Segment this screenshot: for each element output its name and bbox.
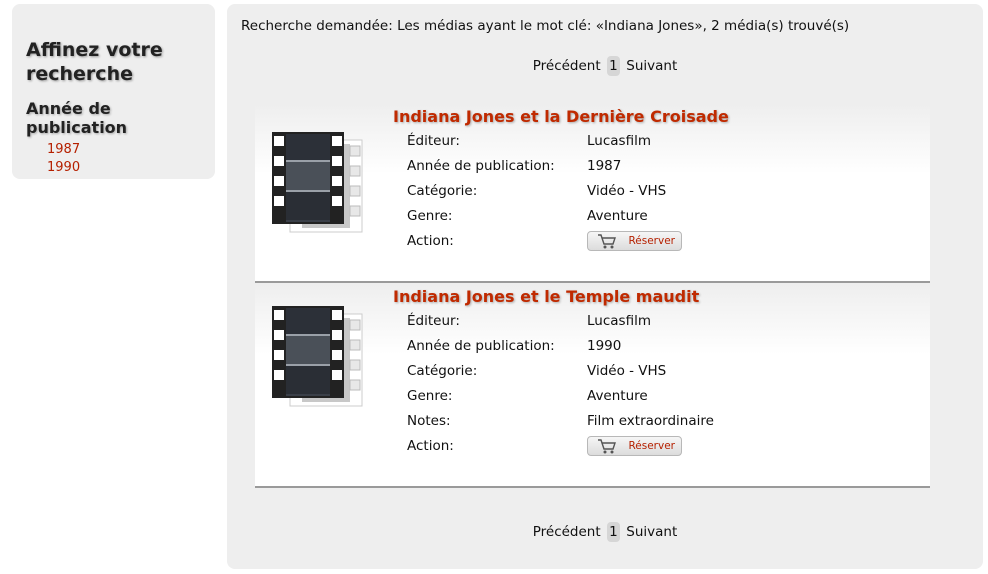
field-value: Film extraordinaire	[587, 413, 714, 429]
field-label: Éditeur:	[407, 133, 460, 149]
pagination-top: Précédent 1 Suivant	[227, 56, 983, 76]
result-fields: Éditeur: Lucasfilm Année de publication:…	[407, 133, 682, 258]
field-label: Catégorie:	[407, 183, 478, 199]
result-fields: Éditeur: Lucasfilm Année de publication:…	[407, 313, 714, 463]
field-row: Année de publication: 1987	[407, 158, 682, 183]
reserve-button-label: Réserver	[628, 440, 675, 452]
facet-year-list: 1987 1990	[26, 141, 201, 177]
field-row: Éditeur: Lucasfilm	[407, 133, 682, 158]
field-value: Lucasfilm	[587, 313, 651, 329]
field-value: Aventure	[587, 388, 648, 404]
field-row: Année de publication: 1990	[407, 338, 714, 363]
facet-year-link[interactable]: 1987	[47, 142, 80, 157]
field-label: Action:	[407, 233, 454, 249]
refine-sidebar: Affinez votre recherche Année de publica…	[12, 4, 215, 179]
cart-icon	[598, 234, 616, 249]
facet-year-link[interactable]: 1990	[47, 160, 80, 175]
result-item: Indiana Jones et la Dernière Croisade Éd…	[255, 104, 930, 283]
field-label: Année de publication:	[407, 338, 555, 354]
list-item: 1990	[47, 159, 201, 177]
pagination-bottom: Précédent 1 Suivant	[227, 522, 983, 542]
next-page-link[interactable]: Suivant	[626, 524, 677, 540]
field-value: Lucasfilm	[587, 133, 651, 149]
cart-icon	[598, 439, 616, 454]
field-row: Catégorie: Vidéo - VHS	[407, 183, 682, 208]
field-value: Aventure	[587, 208, 648, 224]
field-value: Vidéo - VHS	[587, 363, 667, 379]
field-value: 1987	[587, 158, 622, 174]
field-row: Catégorie: Vidéo - VHS	[407, 363, 714, 388]
list-item: 1987	[47, 141, 201, 159]
field-label: Éditeur:	[407, 313, 460, 329]
result-item: Indiana Jones et le Temple maudit Éditeu…	[255, 284, 930, 488]
current-page-number[interactable]: 1	[606, 522, 620, 542]
sidebar-title: Affinez votre recherche	[26, 39, 163, 85]
field-label: Catégorie:	[407, 363, 478, 379]
field-label: Notes:	[407, 413, 451, 429]
search-summary: Recherche demandée: Les médias ayant le …	[241, 18, 850, 34]
field-row: Action: Réserver	[407, 436, 714, 463]
reserve-button[interactable]: Réserver	[587, 231, 682, 251]
reserve-button-label: Réserver	[628, 235, 675, 247]
field-value: Vidéo - VHS	[587, 183, 667, 199]
field-label: Action:	[407, 438, 454, 454]
current-page-number[interactable]: 1	[606, 56, 620, 76]
reserve-button[interactable]: Réserver	[587, 436, 682, 456]
next-page-link[interactable]: Suivant	[626, 58, 677, 74]
film-strip-icon	[272, 132, 363, 233]
previous-page-link[interactable]: Précédent	[533, 58, 601, 74]
film-strip-icon	[272, 306, 363, 407]
results-panel: Recherche demandée: Les médias ayant le …	[227, 4, 983, 569]
previous-page-link[interactable]: Précédent	[533, 524, 601, 540]
field-label: Genre:	[407, 208, 453, 224]
field-label: Année de publication:	[407, 158, 555, 174]
field-row: Genre: Aventure	[407, 388, 714, 413]
result-title-link[interactable]: Indiana Jones et le Temple maudit	[393, 287, 699, 306]
facet-title-publication-year: Année de publication	[26, 99, 128, 137]
field-row: Notes: Film extraordinaire	[407, 413, 714, 438]
field-row: Genre: Aventure	[407, 208, 682, 233]
field-row: Éditeur: Lucasfilm	[407, 313, 714, 338]
field-value: 1990	[587, 338, 622, 354]
field-label: Genre:	[407, 388, 453, 404]
result-title-link[interactable]: Indiana Jones et la Dernière Croisade	[393, 107, 729, 126]
field-row: Action: Réserver	[407, 231, 682, 258]
